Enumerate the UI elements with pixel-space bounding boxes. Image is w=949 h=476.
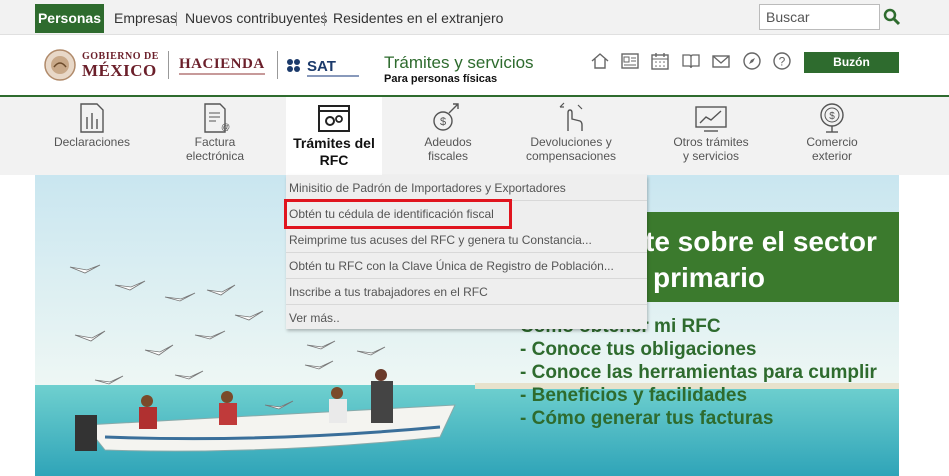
hacienda-logo[interactable]: HACIENDA xyxy=(179,56,265,73)
nav-label: Trámites del RFC xyxy=(293,135,375,168)
hero-heading-line2: primario xyxy=(653,262,766,293)
invoice-icon: @ xyxy=(204,103,230,133)
sat-logo[interactable]: SAT xyxy=(307,58,336,75)
dropdown-item-reimprime-acuses[interactable]: Reimprime tus acuses del RFC y genera tu… xyxy=(286,227,647,253)
sat-subtitle-line xyxy=(307,75,359,77)
book-icon[interactable] xyxy=(681,51,701,71)
page-title: Trámites y servicios xyxy=(384,53,534,72)
nav-label: Otros trámites y servicios xyxy=(673,135,749,163)
search-input[interactable] xyxy=(759,4,880,30)
svg-text:?: ? xyxy=(779,55,786,69)
monitor-chart-icon xyxy=(695,106,727,132)
search-icon[interactable] xyxy=(883,8,901,26)
hero-list-item[interactable]: - Cómo generar tus facturas xyxy=(520,407,877,430)
nav-item-devoluciones[interactable]: Devoluciones y compensaciones xyxy=(520,97,622,175)
dropdown-item-rfc-curp[interactable]: Obtén tu RFC con la Clave Única de Regis… xyxy=(286,253,647,279)
nav-item-adeudos-fiscales[interactable]: $ Adeudos fiscales xyxy=(406,97,490,175)
hero-list-item[interactable]: - Conoce tus obligaciones xyxy=(520,338,877,361)
dropdown-item-inscribe-trabajadores[interactable]: Inscribe a tus trabajadores en el RFC xyxy=(286,279,647,305)
coin-arrow-icon: $ xyxy=(433,103,459,131)
hero-list-item[interactable]: - Conoce las herramientas para cumplir xyxy=(520,361,877,384)
tramites-rfc-dropdown: Minisitio de Padrón de Importadores y Ex… xyxy=(284,175,647,331)
hero-heading-line1: te sobre el sector xyxy=(645,226,877,257)
nav-item-declaraciones[interactable]: Declaraciones xyxy=(50,97,134,175)
svg-text:$: $ xyxy=(440,116,446,128)
nav-label: Adeudos fiscales xyxy=(424,135,472,163)
dropdown-item-ver-mas[interactable]: Ver más.. xyxy=(286,305,647,331)
top-bar: Personas Empresas Nuevos contribuyentes … xyxy=(0,0,949,35)
home-icon[interactable] xyxy=(590,51,610,71)
svg-text:$: $ xyxy=(829,111,835,122)
tab-divider xyxy=(176,12,177,26)
gobierno-mexico-logo[interactable]: GOBIERNO DE MÉXICO xyxy=(82,52,159,80)
mexico-seal-logo[interactable] xyxy=(44,49,76,81)
logo-divider xyxy=(277,51,278,79)
nav-item-otros-tramites[interactable]: Otros trámites y servicios xyxy=(668,97,754,175)
main-nav: Declaraciones @ Factura electrónica Trám… xyxy=(0,97,949,175)
nav-item-comercio-exterior[interactable]: $ Comercio exterior xyxy=(796,97,868,175)
logo-divider xyxy=(168,51,169,79)
buzon-tributario-button[interactable]: Buzón Tributario xyxy=(804,52,899,90)
hand-click-icon xyxy=(559,102,583,131)
tab-personas[interactable]: Personas xyxy=(35,4,104,33)
tab-residentes-extranjero[interactable]: Residentes en el extranjero xyxy=(333,4,503,33)
nav-item-factura-electronica[interactable]: @ Factura electrónica xyxy=(173,97,257,175)
hero-list: Cómo obtener mi RFC - Conoce tus obligac… xyxy=(520,315,877,430)
tab-divider xyxy=(324,12,325,26)
site-header: GOBIERNO DE MÉXICO HACIENDA SAT Trámites… xyxy=(0,35,949,97)
tab-nuevos-contribuyentes[interactable]: Nuevos contribuyentes xyxy=(185,4,327,33)
nav-label: Devoluciones y compensaciones xyxy=(525,135,617,163)
nav-label: Declaraciones xyxy=(53,135,131,149)
hero-heading-box: te sobre el sector primario xyxy=(635,212,899,302)
sat-mark-icon xyxy=(287,59,300,72)
document-list-icon[interactable] xyxy=(620,51,640,71)
logo-gob-big: MÉXICO xyxy=(82,61,157,80)
browser-gears-icon xyxy=(318,105,350,132)
hero-list-item[interactable]: - Beneficios y facilidades xyxy=(520,384,877,407)
mail-icon[interactable] xyxy=(711,51,731,71)
chart-document-icon xyxy=(80,103,104,133)
page-subtitle: Para personas físicas xyxy=(384,73,498,85)
nav-label: Comercio exterior xyxy=(806,135,858,163)
globe-dollar-icon: $ xyxy=(820,103,844,133)
nav-item-tramites-rfc[interactable]: Trámites del RFC xyxy=(286,97,382,175)
tab-empresas[interactable]: Empresas xyxy=(114,4,177,33)
calendar-icon[interactable] xyxy=(650,51,670,71)
hacienda-subtitle-line xyxy=(179,73,265,75)
dropdown-item-cedula-fiscal[interactable]: Obtén tu cédula de identificación fiscal xyxy=(284,199,512,229)
nav-label: Factura electrónica xyxy=(185,135,245,163)
dropdown-item-padron-importadores[interactable]: Minisitio de Padrón de Importadores y Ex… xyxy=(286,175,647,201)
help-icon[interactable]: ? xyxy=(772,51,792,71)
compass-icon[interactable] xyxy=(742,51,762,71)
svg-text:@: @ xyxy=(221,122,230,132)
